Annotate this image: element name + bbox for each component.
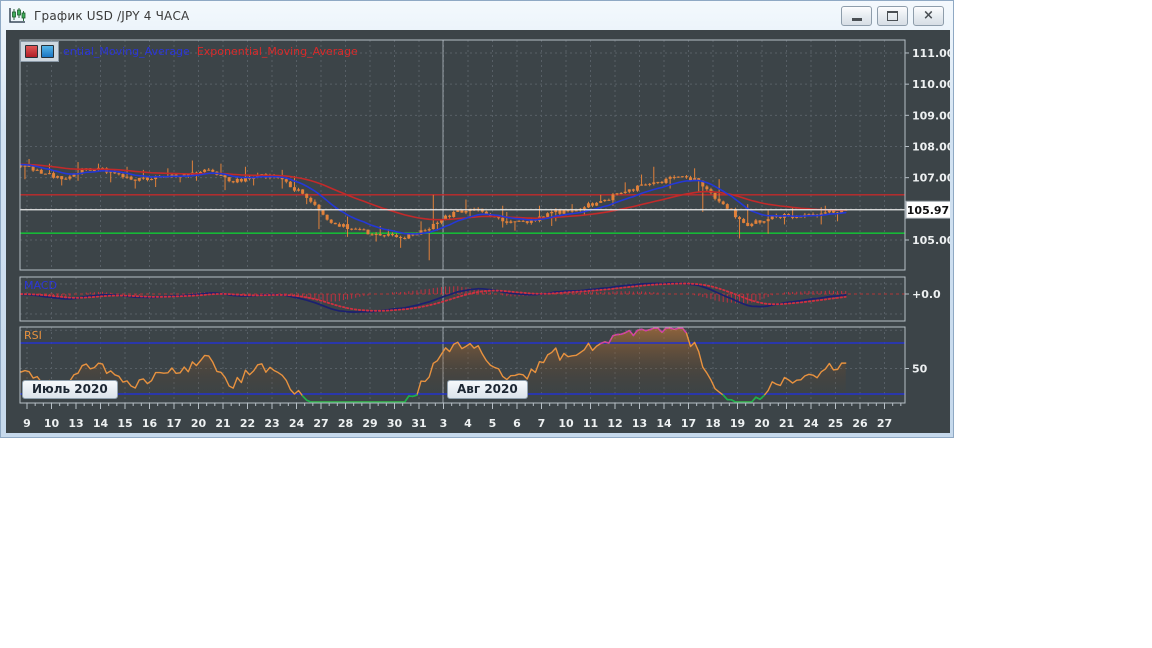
svg-text:50: 50 — [912, 363, 928, 376]
candlestick-chart-icon — [8, 7, 28, 25]
svg-text:30: 30 — [387, 417, 403, 430]
svg-text:27: 27 — [313, 417, 328, 430]
svg-text:19: 19 — [730, 417, 745, 430]
restore-icon — [887, 10, 898, 21]
level-lines — [20, 194, 905, 234]
close-button[interactable]: × — [913, 5, 944, 26]
close-icon: × — [923, 8, 934, 23]
svg-text:RSI: RSI — [24, 329, 42, 342]
svg-text:31: 31 — [411, 417, 426, 430]
svg-text:11: 11 — [583, 417, 598, 430]
svg-text:14: 14 — [93, 417, 109, 430]
svg-text:21: 21 — [215, 417, 230, 430]
chart-canvas[interactable]: 9 10 13 14 15 16 17 20 21 22 23 24 27 28 29 30 31 3 4 5 6 7 10… — [6, 30, 950, 433]
svg-text:29: 29 — [362, 417, 377, 430]
moving-average-lines — [20, 163, 847, 235]
price-tag: 105.97 — [905, 200, 950, 219]
month-tag-august: Авг 2020 — [447, 380, 528, 399]
x-axis[interactable]: 9 10 13 14 15 16 17 20 21 22 23 24 27 28 29 30 31 3 4 5 6 7 10… — [23, 403, 902, 430]
svg-text:26: 26 — [852, 417, 868, 430]
svg-text:10: 10 — [558, 417, 574, 430]
window-title: График USD /JPY 4 ЧАСА — [34, 8, 190, 23]
svg-text:108.00: 108.00 — [912, 140, 950, 153]
svg-text:23: 23 — [264, 417, 279, 430]
svg-text:13: 13 — [632, 417, 647, 430]
window-controls: × — [841, 5, 946, 26]
svg-text:7: 7 — [538, 417, 546, 430]
svg-text:27: 27 — [877, 417, 892, 430]
svg-text:107.00: 107.00 — [912, 172, 950, 185]
svg-text:17: 17 — [166, 417, 181, 430]
svg-text:20: 20 — [191, 417, 207, 430]
panel-titles: MACD RSI — [24, 279, 57, 342]
svg-text:+0.0: +0.0 — [912, 288, 941, 301]
minimize-button[interactable] — [841, 5, 872, 26]
svg-text:18: 18 — [705, 417, 720, 430]
svg-text:14: 14 — [656, 417, 672, 430]
indicator-legend: ential_Moving_Average Exponential_Moving… — [20, 41, 358, 62]
svg-text:3: 3 — [440, 417, 448, 430]
restore-button[interactable] — [877, 5, 908, 26]
svg-text:15: 15 — [117, 417, 132, 430]
chart-window: График USD /JPY 4 ЧАСА × 9 10 13 14 15 16 17 20… — [0, 0, 954, 438]
legend-ema-red-label: Exponential_Moving_Average — [196, 45, 358, 58]
svg-text:6: 6 — [513, 417, 521, 430]
svg-text:105.97: 105.97 — [907, 204, 949, 217]
desktop-background: График USD /JPY 4 ЧАСА × 9 10 13 14 15 16 17 20… — [0, 0, 1152, 648]
legend-red-swatch[interactable] — [25, 45, 38, 58]
legend-ema-blue-label: ential_Moving_Average — [63, 45, 190, 58]
svg-text:111.00: 111.00 — [912, 47, 950, 60]
svg-text:20: 20 — [754, 417, 770, 430]
svg-text:110.00: 110.00 — [912, 78, 950, 91]
indicator-buttons — [20, 41, 59, 62]
macd-panel — [20, 282, 905, 313]
svg-text:24: 24 — [289, 417, 305, 430]
svg-text:10: 10 — [44, 417, 60, 430]
svg-text:MACD: MACD — [24, 279, 57, 292]
svg-text:12: 12 — [607, 417, 622, 430]
chart-client-area[interactable]: 9 10 13 14 15 16 17 20 21 22 23 24 27 28 29 30 31 3 4 5 6 7 10… — [6, 30, 950, 433]
svg-text:17: 17 — [681, 417, 696, 430]
svg-text:4: 4 — [464, 417, 472, 430]
svg-text:16: 16 — [142, 417, 158, 430]
svg-text:109.00: 109.00 — [912, 109, 950, 122]
svg-text:28: 28 — [338, 417, 353, 430]
svg-text:25: 25 — [828, 417, 843, 430]
legend-blue-swatch[interactable] — [41, 45, 54, 58]
svg-text:9: 9 — [23, 417, 31, 430]
svg-text:21: 21 — [779, 417, 794, 430]
svg-text:22: 22 — [240, 417, 255, 430]
svg-text:24: 24 — [803, 417, 819, 430]
window-titlebar[interactable]: График USD /JPY 4 ЧАСА × — [2, 2, 950, 29]
month-tag-july: Июль 2020 — [22, 380, 118, 399]
minimize-icon — [851, 18, 862, 21]
svg-text:13: 13 — [68, 417, 83, 430]
svg-text:5: 5 — [489, 417, 497, 430]
svg-text:105.00: 105.00 — [912, 234, 950, 247]
